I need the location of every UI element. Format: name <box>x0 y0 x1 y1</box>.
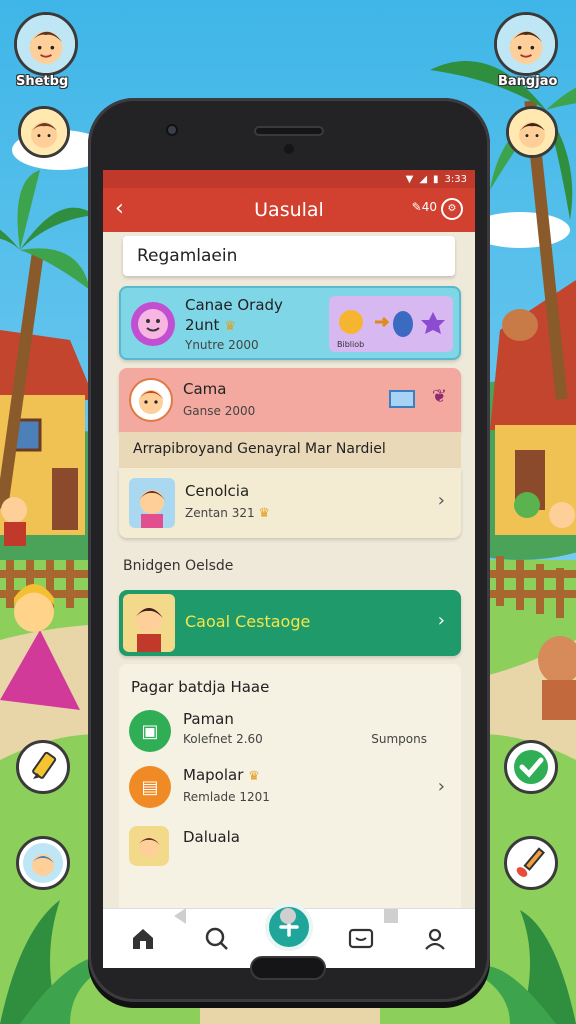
pencil-icon <box>32 751 57 779</box>
featured-card[interactable]: Caoal Cestaoge › <box>119 590 461 656</box>
brush-icon <box>516 847 545 877</box>
list-item-right: Sumpons <box>371 732 427 746</box>
list-item-meta: Kolefnet 2.60 <box>183 732 263 746</box>
wifi-icon: ▼ <box>405 173 414 185</box>
card-meta: Ganse 2000 <box>183 404 256 418</box>
list-item-title-row: Mapolar ♛ <box>183 766 260 784</box>
banner-text: Arrapibroyand Genayral Mar Nardiel <box>133 441 386 457</box>
avatar-top-right[interactable] <box>494 12 558 76</box>
avatar-top-right-secondary[interactable] <box>506 106 558 158</box>
card-subtitle: 2unt ♛ <box>185 316 236 334</box>
boy-avatar-icon <box>497 15 555 73</box>
crown-icon: ♛ <box>258 506 271 521</box>
list-item-meta: Remlade 1201 <box>183 790 270 804</box>
boy-avatar-icon <box>123 594 175 652</box>
phone-frame: ▼ ◢ ▮ 3:33 ‹ Uasulal ✎40 ⚙ Regamlaein Ca… <box>88 98 490 1002</box>
list-item-title: Daluala <box>183 828 240 846</box>
avatar-top-left[interactable] <box>14 12 78 76</box>
side-button-check[interactable] <box>504 740 558 794</box>
phone-screen: ▼ ◢ ▮ 3:33 ‹ Uasulal ✎40 ⚙ Regamlaein Ca… <box>103 170 475 968</box>
app-bar-action[interactable]: ✎40 <box>412 200 437 214</box>
edit-icon: ✎ <box>411 200 422 214</box>
card-meta: Ynutre 2000 <box>185 338 259 352</box>
list-panel: Pagar batdja Haae ▣ Paman Kolefnet 2.60 … <box>119 664 461 924</box>
card-art: Bibliob <box>329 296 453 352</box>
recent-square-icon[interactable] <box>384 909 398 923</box>
side-button-pencil[interactable] <box>16 740 70 794</box>
profile-icon[interactable] <box>415 919 455 959</box>
avatar-top-left-secondary[interactable] <box>18 106 70 158</box>
grapes-icon: ❦ <box>431 386 447 407</box>
list-item[interactable]: ▣ Paman Kolefnet 2.60 Sumpons <box>119 704 461 760</box>
status-time: 3:33 <box>444 173 467 185</box>
main-content: Regamlaein Canae Orady 2unt ♛ Ynutre 200… <box>103 232 475 924</box>
battery-icon: ▮ <box>433 173 439 185</box>
list-item[interactable]: ▤ Mapolar ♛ Remlade 1201 › <box>119 760 461 820</box>
search-icon[interactable] <box>197 919 237 959</box>
signal-icon: ◢ <box>419 173 428 185</box>
section-label: Bnidgen Oelsde <box>123 558 234 574</box>
girl-avatar-icon <box>129 826 169 866</box>
side-button-avatar[interactable] <box>16 836 70 890</box>
card-meta-row: Zentan 321 ♛ <box>185 506 271 521</box>
app-bar: ‹ Uasulal ✎40 ⚙ <box>103 188 475 232</box>
side-button-brush[interactable] <box>504 836 558 890</box>
chevron-right-icon[interactable]: › <box>438 776 445 797</box>
girl-avatar-icon <box>129 378 173 422</box>
featured-title: Caoal Cestaoge <box>185 612 311 631</box>
search-field[interactable]: Regamlaein <box>123 236 455 276</box>
list-item-title: Paman <box>183 710 234 728</box>
earpiece-speaker <box>254 126 324 136</box>
message-icon[interactable] <box>341 919 381 959</box>
list-card-2[interactable]: Cama Ganse 2000 ❦ <box>119 368 461 432</box>
chevron-right-icon[interactable]: › <box>438 610 445 631</box>
list-card-1[interactable]: Canae Orady 2unt ♛ Ynutre 2000 Bibliob <box>119 286 461 360</box>
boy-avatar-icon <box>509 109 555 155</box>
tv-icon <box>389 390 415 408</box>
settings-icon[interactable]: ⚙ <box>441 198 463 220</box>
list-item[interactable]: Daluala <box>119 824 461 868</box>
card-art-label: Bibliob <box>337 340 365 349</box>
document-icon: ▣ <box>129 710 171 752</box>
gift-icon: ▤ <box>129 766 171 808</box>
avatar-top-right-label: Bangjao <box>498 74 558 89</box>
crown-icon: ♛ <box>248 769 260 784</box>
bottom-speaker <box>250 956 326 980</box>
home-icon[interactable] <box>123 919 163 959</box>
smiley-avatar-icon <box>131 302 175 346</box>
proximity-sensor <box>284 144 294 154</box>
card-title: Cenolcia <box>185 482 250 500</box>
status-bar: ▼ ◢ ▮ 3:33 <box>103 170 475 188</box>
boy-avatar-icon <box>17 15 75 73</box>
panel-title: Pagar batdja Haae <box>131 678 270 696</box>
back-triangle-icon[interactable] <box>174 908 186 924</box>
home-circle-icon[interactable] <box>280 908 296 924</box>
card-2-banner: Arrapibroyand Genayral Mar Nardiel <box>119 432 461 468</box>
card-title: Canae Orady <box>185 296 283 314</box>
front-camera <box>166 124 178 136</box>
card-title: Cama <box>183 380 227 398</box>
chevron-right-icon[interactable]: › <box>438 490 445 511</box>
girl-avatar-icon <box>129 478 175 528</box>
list-card-3[interactable]: Cenolcia Zentan 321 ♛ › <box>119 468 461 538</box>
avatar-top-left-label: Shetbg <box>16 74 69 89</box>
search-text: Regamlaein <box>137 246 238 266</box>
check-icon <box>514 750 548 784</box>
boy-avatar-icon <box>23 843 63 883</box>
crown-icon: ♛ <box>224 319 236 334</box>
boy-avatar-icon <box>21 109 67 155</box>
